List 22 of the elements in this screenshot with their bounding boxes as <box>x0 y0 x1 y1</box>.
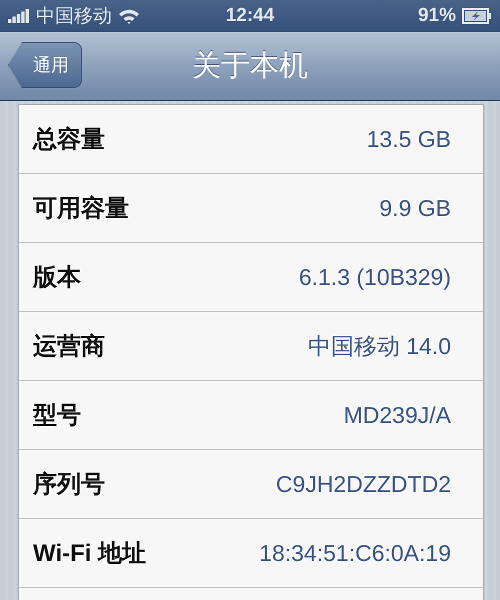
wifi-icon <box>118 8 140 24</box>
battery-percent: 91% <box>418 5 456 27</box>
clock-time: 12:44 <box>226 5 274 27</box>
row-label: Wi-Fi 地址 <box>33 539 146 569</box>
row-value: 18:34:51:C6:0A:19 <box>259 540 451 566</box>
row-label: 型号 <box>33 401 81 431</box>
signal-icon <box>8 9 30 23</box>
back-button[interactable]: 通用 <box>8 42 82 88</box>
row-label: 序列号 <box>33 470 105 500</box>
carrier-name: 中国移动 <box>36 5 112 29</box>
row-label: 可用容量 <box>33 194 129 224</box>
row-value: 6.1.3 (10B329) <box>298 264 451 290</box>
row-value: 中国移动 14.0 <box>308 332 451 360</box>
row-label: 运营商 <box>33 332 105 362</box>
page-title: 关于本机 <box>192 49 308 84</box>
row-label: 版本 <box>33 263 81 293</box>
row-value: 13.5 GB <box>366 126 451 152</box>
row-label: 总容量 <box>33 125 105 155</box>
row-value: C9JH2DZZDTD2 <box>276 470 451 498</box>
row-value: MD239J/A <box>344 402 451 428</box>
row-value: 9.9 GB <box>379 194 451 222</box>
battery-icon <box>462 8 492 24</box>
